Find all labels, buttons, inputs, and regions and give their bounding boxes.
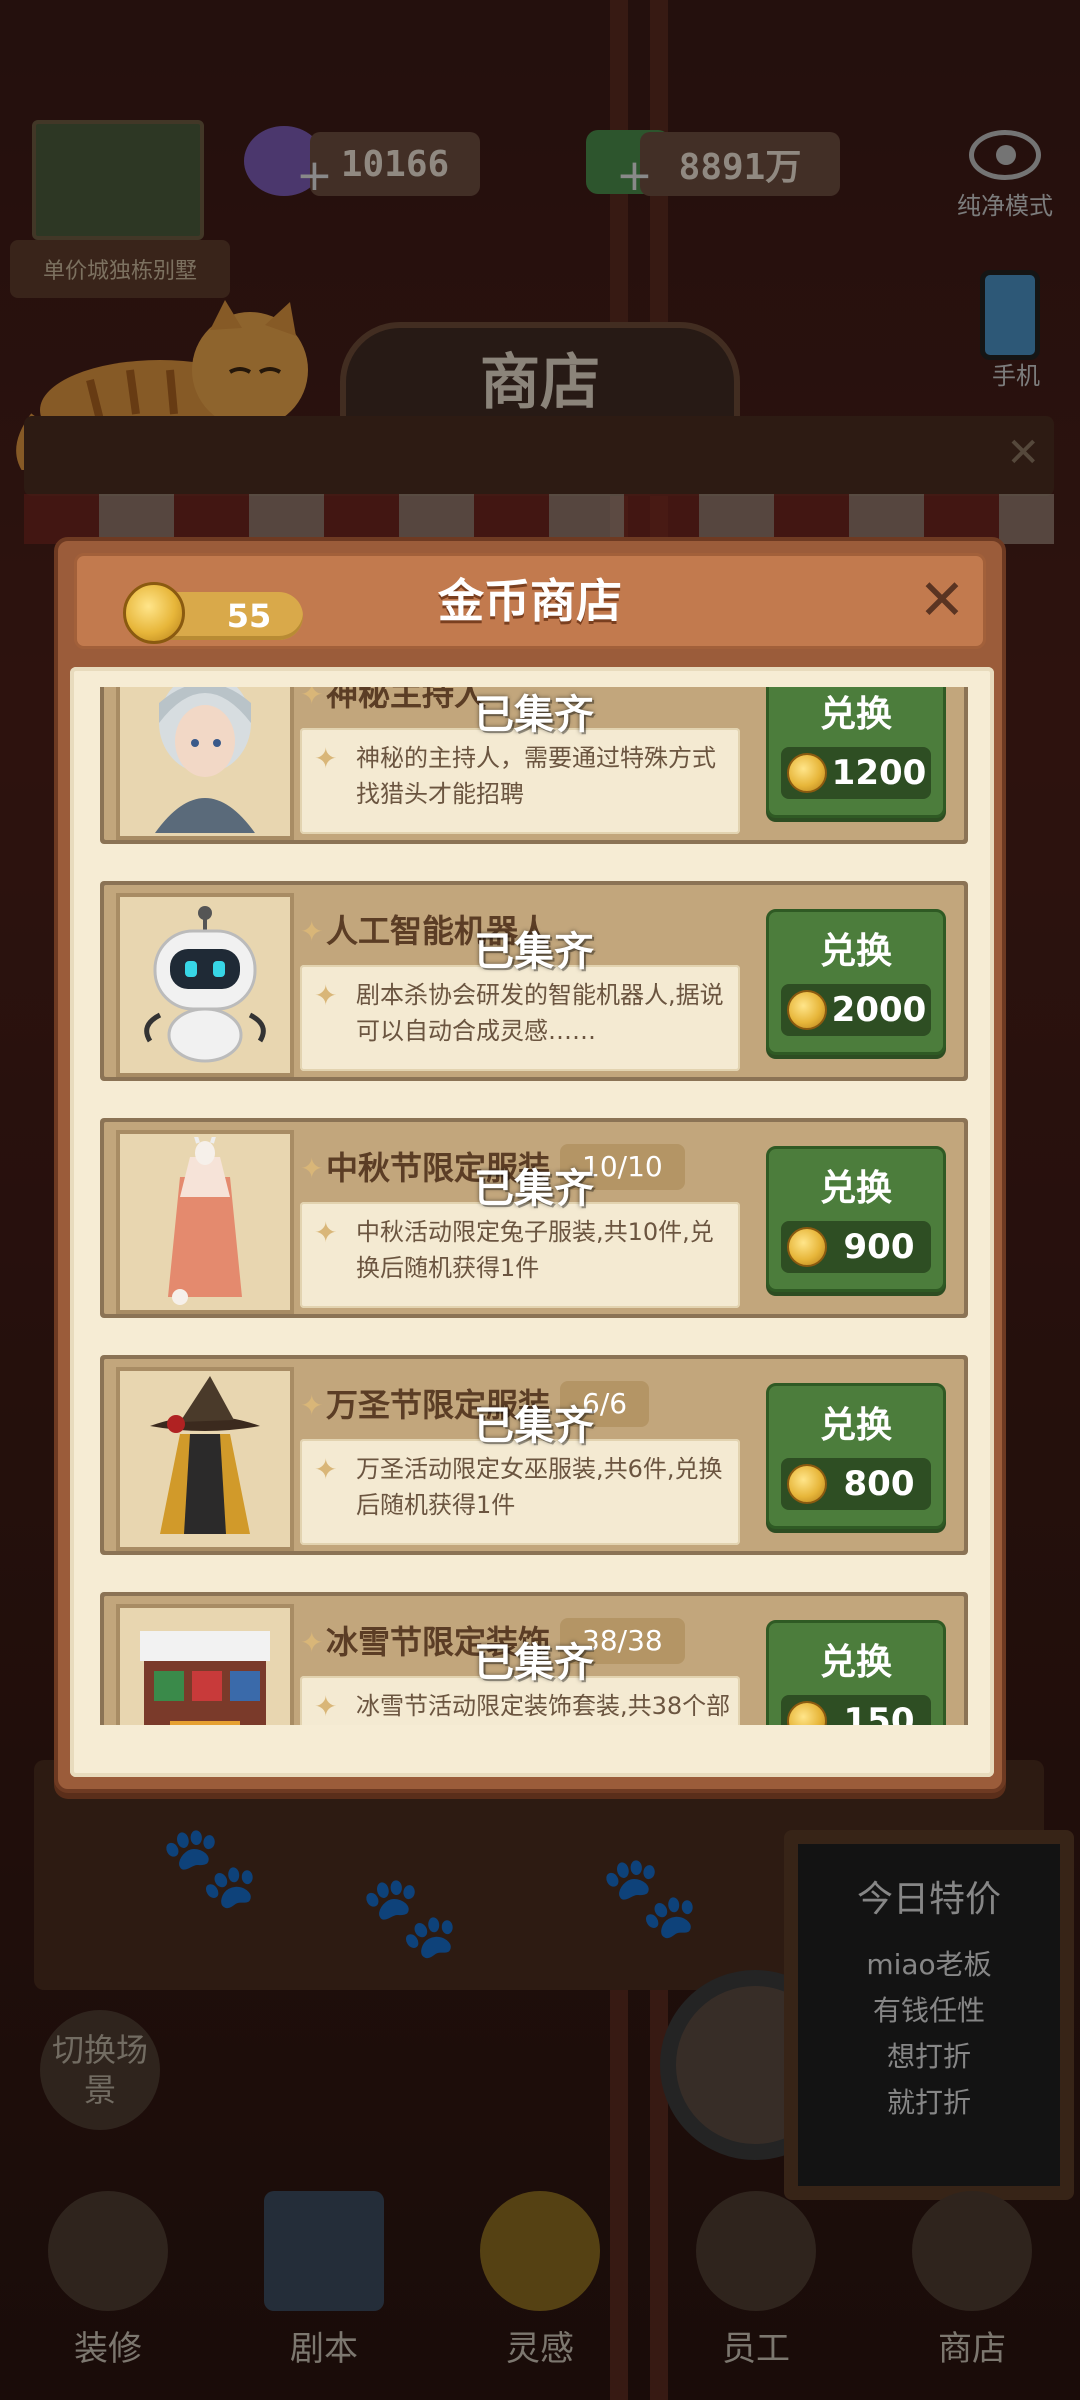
item-list: ✦ 神秘主持人 ✦ 神秘的主持人，需要通过特殊方式找猎头才能招聘 已集齐 兑换 [100,687,968,1725]
star-icon: ✦ [300,687,324,711]
item-description: 神秘的主持人，需要通过特殊方式找猎头才能招聘 [356,744,716,808]
modal-title: 金币商店 [438,574,622,628]
price-tag: 900 [781,1221,931,1273]
item-name: 神秘主持人 [326,687,487,713]
item-list-viewport[interactable]: ✦ 神秘主持人 ✦ 神秘的主持人，需要通过特殊方式找猎头才能招聘 已集齐 兑换 [100,687,968,1725]
collected-status: 已集齐 [474,1166,594,1212]
star-icon: ✦ [300,1152,324,1185]
shop-item: ✦ 神秘主持人 ✦ 神秘的主持人，需要通过特殊方式找猎头才能招聘 已集齐 兑换 [100,687,968,844]
shop-item: ✦ 万圣节限定服装 6/6 ✦ 万圣活动限定女巫服装,共6件,兑换后随机获得1件… [100,1355,968,1555]
exchange-label: 兑换 [819,694,892,735]
mystery-host-portrait [116,687,294,840]
item-description-box: ✦ 万圣活动限定女巫服装,共6件,兑换后随机获得1件 [300,1439,740,1545]
collected-status: 已集齐 [474,929,594,975]
gold-coin-icon [787,990,827,1030]
collected-status: 已集齐 [474,692,594,738]
item-description: 冰雪节活动限定装饰套装,共38个部件,兑换后随机获得1个部件 [356,1692,731,1720]
star-icon: ✦ [314,742,338,775]
star-icon: ✦ [314,1453,338,1486]
item-description: 剧本杀协会研发的智能机器人,据说可以自动合成灵感…… [356,981,724,1045]
star-icon: ✦ [314,979,338,1012]
gold-coin-icon [787,1227,827,1267]
exchange-label: 兑换 [819,1405,892,1446]
coin-shop-modal: 55 金币商店 ✕ ✦ 神秘主持人 ✦ 神秘的主持人，需要通过特殊方式找猎头才能… [54,537,1006,1793]
price-tag: 800 [781,1458,931,1510]
item-description: 中秋活动限定兔子服装,共10件,兑换后随机获得1件 [356,1218,714,1282]
price-tag: 150 [781,1695,931,1725]
price-tag: 2000 [781,984,931,1036]
gold-coin-icon [787,1464,827,1504]
exchange-button[interactable]: 兑换 800 [766,1383,946,1529]
halloween-costume [116,1367,294,1551]
item-price: 2000 [831,990,927,1030]
snow-festival-decor [116,1604,294,1725]
star-icon: ✦ [300,1626,324,1659]
price-tag: 1200 [781,747,931,799]
exchange-button[interactable]: 兑换 150 [766,1620,946,1725]
item-description-box: ✦ 中秋活动限定兔子服装,共10件,兑换后随机获得1件 [300,1202,740,1308]
item-price: 150 [843,1701,915,1725]
item-description-box: ✦ 神秘的主持人，需要通过特殊方式找猎头才能招聘 [300,728,740,834]
exchange-label: 兑换 [819,1168,892,1209]
collected-status: 已集齐 [474,1403,594,1449]
exchange-button[interactable]: 兑换 900 [766,1146,946,1292]
robot-portrait [116,893,294,1077]
shop-item: ✦ 冰雪节限定装饰 38/38 ✦ 冰雪节活动限定装饰套装,共38个部件,兑换后… [100,1592,968,1725]
close-icon[interactable]: ✕ [906,565,978,637]
shop-item: ✦ 人工智能机器人 ✦ 剧本杀协会研发的智能机器人,据说可以自动合成灵感…… 已… [100,881,968,1081]
exchange-button[interactable]: 兑换 1200 [766,687,946,818]
star-icon: ✦ [300,915,324,948]
item-list-panel: ✦ 神秘主持人 ✦ 神秘的主持人，需要通过特殊方式找猎头才能招聘 已集齐 兑换 [70,667,994,1777]
item-price: 1200 [831,753,927,793]
exchange-label: 兑换 [819,1642,892,1683]
exchange-label: 兑换 [819,931,892,972]
star-icon: ✦ [314,1216,338,1249]
gold-coin-icon [787,753,827,793]
item-price: 800 [843,1464,915,1504]
mid-autumn-costume [116,1130,294,1314]
item-description-box: ✦ 剧本杀协会研发的智能机器人,据说可以自动合成灵感…… [300,965,740,1071]
collected-status: 已集齐 [474,1640,594,1686]
exchange-button[interactable]: 兑换 2000 [766,909,946,1055]
star-icon: ✦ [314,1690,338,1723]
item-description: 万圣活动限定女巫服装,共6件,兑换后随机获得1件 [356,1455,723,1519]
gold-coin-icon [787,1701,827,1725]
shop-item: ✦ 中秋节限定服装 10/10 ✦ 中秋活动限定兔子服装,共10件,兑换后随机获… [100,1118,968,1318]
item-price: 900 [843,1227,915,1267]
star-icon: ✦ [300,1389,324,1422]
